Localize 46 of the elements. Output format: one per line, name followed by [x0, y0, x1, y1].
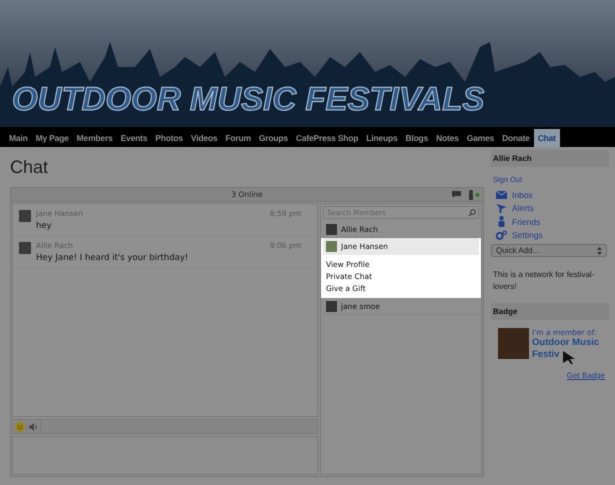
nav-tab[interactable]: Events — [116, 129, 152, 147]
sidebar-link[interactable]: Friends — [512, 216, 540, 227]
search-icon — [468, 208, 476, 216]
page-title: Chat — [10, 157, 50, 179]
nav-tab[interactable]: Groups — [254, 129, 292, 147]
nav-tab[interactable]: Lineups — [362, 129, 402, 147]
avatar-icon — [19, 210, 31, 222]
avatar-icon — [326, 300, 337, 312]
nav-tab[interactable]: Main — [5, 129, 32, 147]
gears-icon — [496, 230, 507, 240]
sidebar-link[interactable]: Inbox — [512, 190, 533, 200]
get-badge-link[interactable]: Get Badge — [491, 371, 605, 380]
message-text: hey — [36, 221, 53, 231]
nav-tab[interactable]: Notes — [432, 129, 463, 147]
person-status-icon[interactable] — [468, 190, 480, 200]
nav-tab[interactable]: Chat — [534, 129, 560, 147]
envelope-icon — [496, 190, 507, 199]
nav-tab[interactable]: Photos — [151, 129, 187, 147]
user-name-header: Allie Rach — [491, 150, 609, 167]
smiley-icon — [14, 422, 24, 432]
nav-tab[interactable]: My Page — [32, 129, 73, 147]
nav-tab[interactable]: Games — [462, 129, 498, 147]
nav-tab[interactable]: Videos — [186, 129, 222, 147]
pointer-cursor-icon — [562, 350, 576, 364]
person-icon — [496, 216, 507, 228]
avatar-icon — [326, 224, 337, 234]
nav-tab[interactable]: CafePress Shop — [292, 129, 362, 147]
emoticon-button[interactable] — [13, 420, 27, 433]
speaker-icon — [29, 422, 38, 430]
sidebar-link[interactable]: Alerts — [512, 203, 534, 214]
updown-arrows-icon — [597, 246, 602, 254]
nav-tab[interactable]: Members — [72, 129, 117, 147]
photo-placeholder — [498, 328, 529, 359]
message-text: Hey Jane! I heard it's your birthday! — [36, 253, 190, 263]
sidebar-link[interactable]: Settings — [512, 230, 543, 240]
network-description: This is a network for festival-lovers! — [493, 269, 596, 293]
avatar-icon — [19, 242, 31, 254]
badge-header: Badge — [491, 303, 609, 320]
quick-add-dropdown[interactable]: Quick Add... — [491, 244, 607, 257]
nav-tab[interactable]: Forum — [221, 129, 255, 147]
sound-button[interactable] — [27, 420, 41, 433]
megaphone-icon — [496, 204, 507, 213]
avatar-icon — [326, 241, 337, 252]
nav-tab[interactable]: Blogs — [401, 129, 432, 147]
nav-tab[interactable]: Donate — [498, 129, 534, 147]
chat-bubble-icon[interactable] — [451, 190, 462, 198]
